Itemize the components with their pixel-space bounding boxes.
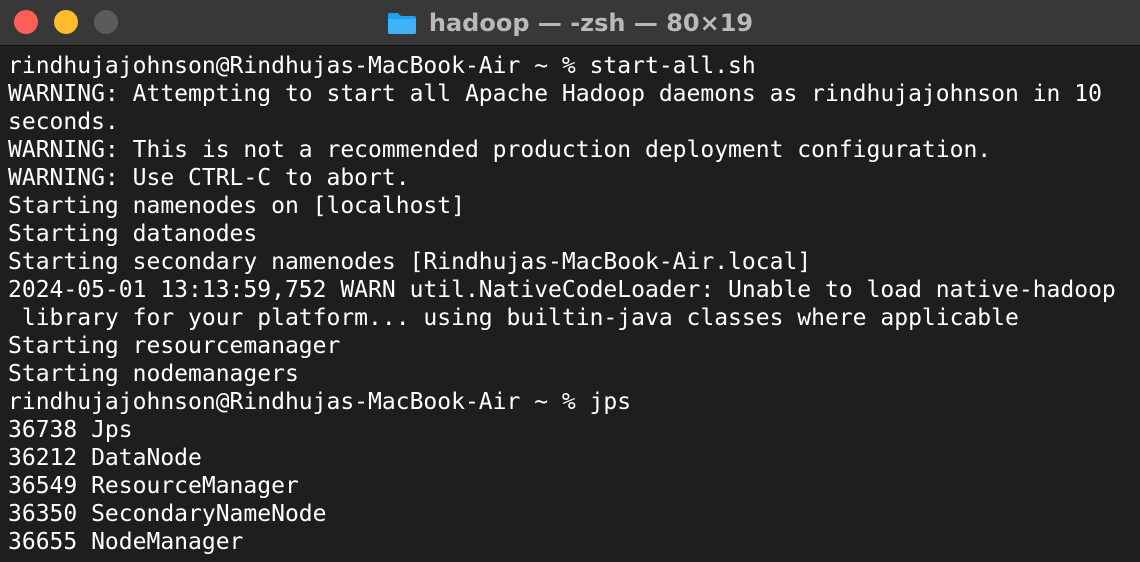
terminal-line: 36655 NodeManager [8,529,244,555]
terminal-line: Starting datanodes [8,221,258,247]
title-bar[interactable]: hadoop — -zsh — 80×19 [0,0,1140,46]
terminal-line: Starting secondary namenodes [Rindhujas-… [8,249,812,275]
terminal-window: hadoop — -zsh — 80×19 rindhujajohnson@Ri… [0,0,1140,562]
terminal-line: Starting namenodes on [localhost] [8,193,465,219]
terminal-line: 36350 SecondaryNameNode [8,501,327,527]
window-title-group: hadoop — -zsh — 80×19 [0,0,1140,46]
terminal-line: library for your platform... using built… [8,305,1019,331]
window-title: hadoop — -zsh — 80×19 [428,9,754,37]
terminal-output[interactable]: rindhujajohnson@Rindhujas-MacBook-Air ~ … [0,46,1140,556]
terminal-line: Starting nodemanagers [8,361,299,387]
terminal-line: Starting resourcemanager [8,333,341,359]
folder-icon [387,11,417,35]
terminal-line: 36212 DataNode [8,445,202,471]
terminal-line: rindhujajohnson@Rindhujas-MacBook-Air ~ … [8,53,756,79]
terminal-line: rindhujajohnson@Rindhujas-MacBook-Air ~ … [8,389,632,415]
terminal-line: 36549 ResourceManager [8,473,299,499]
terminal-line: WARNING: This is not a recommended produ… [8,137,992,163]
terminal-line: 2024-05-01 13:13:59,752 WARN util.Native… [8,277,1116,303]
terminal-line: WARNING: Use CTRL-C to abort. [8,165,410,191]
terminal-line: seconds. [8,109,119,135]
terminal-line: WARNING: Attempting to start all Apache … [8,81,1102,107]
terminal-line: 36738 Jps [8,417,133,443]
